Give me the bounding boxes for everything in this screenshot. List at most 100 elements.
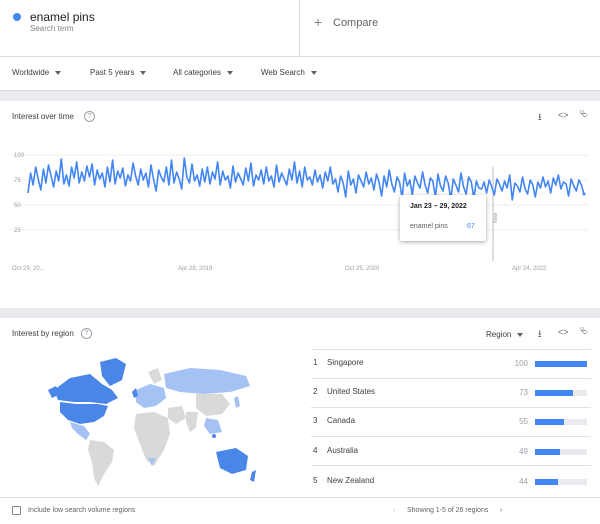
region-rank: 2 — [313, 387, 318, 396]
caret-down-icon — [310, 70, 317, 75]
region-name[interactable]: Australia — [327, 446, 358, 455]
row-divider — [311, 465, 591, 466]
search-term[interactable]: enamel pins — [30, 10, 95, 24]
region-footer: Include low search volume regions ‹ Show… — [0, 497, 600, 524]
embed-icon[interactable]: <> — [558, 327, 569, 337]
row-divider — [311, 378, 591, 379]
map-region-japan[interactable] — [234, 396, 240, 408]
y-tick-label: 25 — [14, 228, 21, 234]
map-region-russia[interactable] — [164, 368, 250, 394]
filter-category-dropdown[interactable]: All categories — [173, 68, 234, 77]
prev-page-icon[interactable]: ‹ — [393, 507, 395, 514]
map-region-singapore[interactable] — [212, 434, 216, 438]
region-rank: 4 — [313, 446, 318, 455]
map-region-southeast-asia[interactable] — [204, 418, 222, 434]
map-region-south-america[interactable] — [88, 440, 114, 486]
row-divider — [311, 349, 591, 350]
interest-by-region-title: Interest by region — [12, 329, 74, 338]
map-region-europe[interactable] — [136, 384, 166, 408]
region-bar-fill — [535, 390, 573, 396]
region-bar-fill — [535, 449, 561, 455]
x-tick-label: Oct 25, 2020 — [345, 266, 380, 272]
filter-property-label: Web Search — [261, 68, 305, 77]
region-name[interactable]: Canada — [327, 416, 355, 425]
map-region-middle-east[interactable] — [168, 406, 186, 424]
help-icon[interactable]: ? — [81, 328, 92, 339]
filter-region-dropdown[interactable]: Worldwide — [12, 68, 62, 77]
region-bar-track — [535, 361, 587, 367]
series-line-enamel-pins[interactable] — [27, 157, 585, 201]
region-bar-track — [535, 419, 587, 425]
tooltip-value: 67 — [467, 223, 475, 230]
region-name[interactable]: United States — [327, 387, 375, 396]
chart-tooltip: Jan 23 – 29, 2022 enamel pins 67 — [400, 195, 486, 241]
interest-by-region-card: Interest by region ? Region ⭳ <> ⮱ 1 Sin… — [0, 318, 600, 524]
search-bar: enamel pins Search term + Compare — [0, 0, 600, 57]
region-dropdown-label: Region — [486, 330, 512, 339]
map-region-greenland[interactable] — [100, 358, 126, 386]
caret-down-icon — [140, 70, 147, 75]
region-rank: 3 — [313, 416, 318, 425]
interest-over-time-card: Interest over time ? ⭳ <> ⮱ 25 50 75 100 Oc… — [0, 101, 600, 308]
region-bar-fill — [535, 479, 558, 485]
map-region-china[interactable] — [196, 394, 230, 416]
map-region-new-zealand[interactable] — [250, 470, 256, 482]
share-icon[interactable]: ⮱ — [580, 109, 588, 120]
compare-box[interactable]: + Compare — [300, 0, 600, 57]
next-page-icon[interactable]: › — [500, 507, 502, 514]
low-volume-label[interactable]: Include low search volume regions — [28, 507, 135, 514]
series-end-point — [582, 192, 586, 196]
world-map[interactable] — [40, 354, 260, 494]
help-icon[interactable]: ? — [84, 111, 95, 122]
region-rank: 5 — [313, 476, 318, 485]
note-marker-label: Note — [493, 212, 499, 223]
download-icon[interactable]: ⭳ — [538, 110, 542, 127]
x-tick-label: Apr 24, 2022 — [512, 266, 547, 272]
region-bar-fill — [535, 419, 564, 425]
y-tick-label: 50 — [14, 203, 21, 209]
map-region-africa[interactable] — [134, 412, 170, 466]
share-icon[interactable]: ⮱ — [580, 326, 588, 337]
filter-category-label: All categories — [173, 68, 222, 77]
filter-row: Worldwide Past 5 years All categories We… — [0, 57, 600, 91]
caret-down-icon — [55, 70, 62, 75]
caret-down-icon — [517, 332, 524, 337]
search-term-box[interactable]: enamel pins Search term — [0, 0, 300, 57]
plus-icon[interactable]: + — [314, 14, 322, 30]
map-region-india[interactable] — [186, 412, 198, 432]
region-resolution-dropdown[interactable]: Region — [486, 330, 524, 339]
interest-line-chart[interactable]: 25 50 75 100 Oct 29, 20... Apr 28, 2019 Oct 2… — [0, 131, 600, 281]
region-value: 55 — [519, 417, 528, 426]
compare-label[interactable]: Compare — [333, 17, 378, 29]
map-region-mexico[interactable] — [70, 422, 90, 440]
region-bar-track — [535, 479, 587, 485]
pagination-label: Showing 1-5 of 26 regions — [407, 507, 489, 514]
filter-region-label: Worldwide — [12, 68, 50, 77]
tooltip-series-name: enamel pins — [410, 223, 448, 230]
region-name[interactable]: Singapore — [327, 358, 363, 367]
row-divider — [311, 407, 591, 408]
y-tick-label: 75 — [14, 178, 21, 184]
region-bar-fill — [535, 361, 587, 367]
region-value: 73 — [519, 388, 528, 397]
caret-down-icon — [227, 70, 234, 75]
embed-icon[interactable]: <> — [558, 110, 569, 120]
x-tick-label: Oct 29, 20... — [12, 266, 45, 272]
filter-property-dropdown[interactable]: Web Search — [261, 68, 317, 77]
y-tick-label: 100 — [14, 153, 25, 159]
search-term-sublabel: Search term — [30, 24, 74, 33]
map-region-united-states[interactable] — [60, 402, 108, 424]
series-color-dot — [13, 13, 21, 21]
filter-time-dropdown[interactable]: Past 5 years — [90, 68, 147, 77]
row-divider — [311, 436, 591, 437]
region-bar-track — [535, 390, 587, 396]
interest-over-time-title: Interest over time — [12, 112, 74, 121]
region-name[interactable]: New Zealand — [327, 476, 374, 485]
map-region-australia[interactable] — [216, 448, 248, 474]
region-value: 44 — [519, 477, 528, 486]
region-value: 49 — [519, 447, 528, 456]
low-volume-checkbox[interactable] — [12, 506, 21, 515]
map-region-scandinavia[interactable] — [148, 368, 162, 384]
filter-time-label: Past 5 years — [90, 68, 135, 77]
download-icon[interactable]: ⭳ — [538, 327, 542, 344]
